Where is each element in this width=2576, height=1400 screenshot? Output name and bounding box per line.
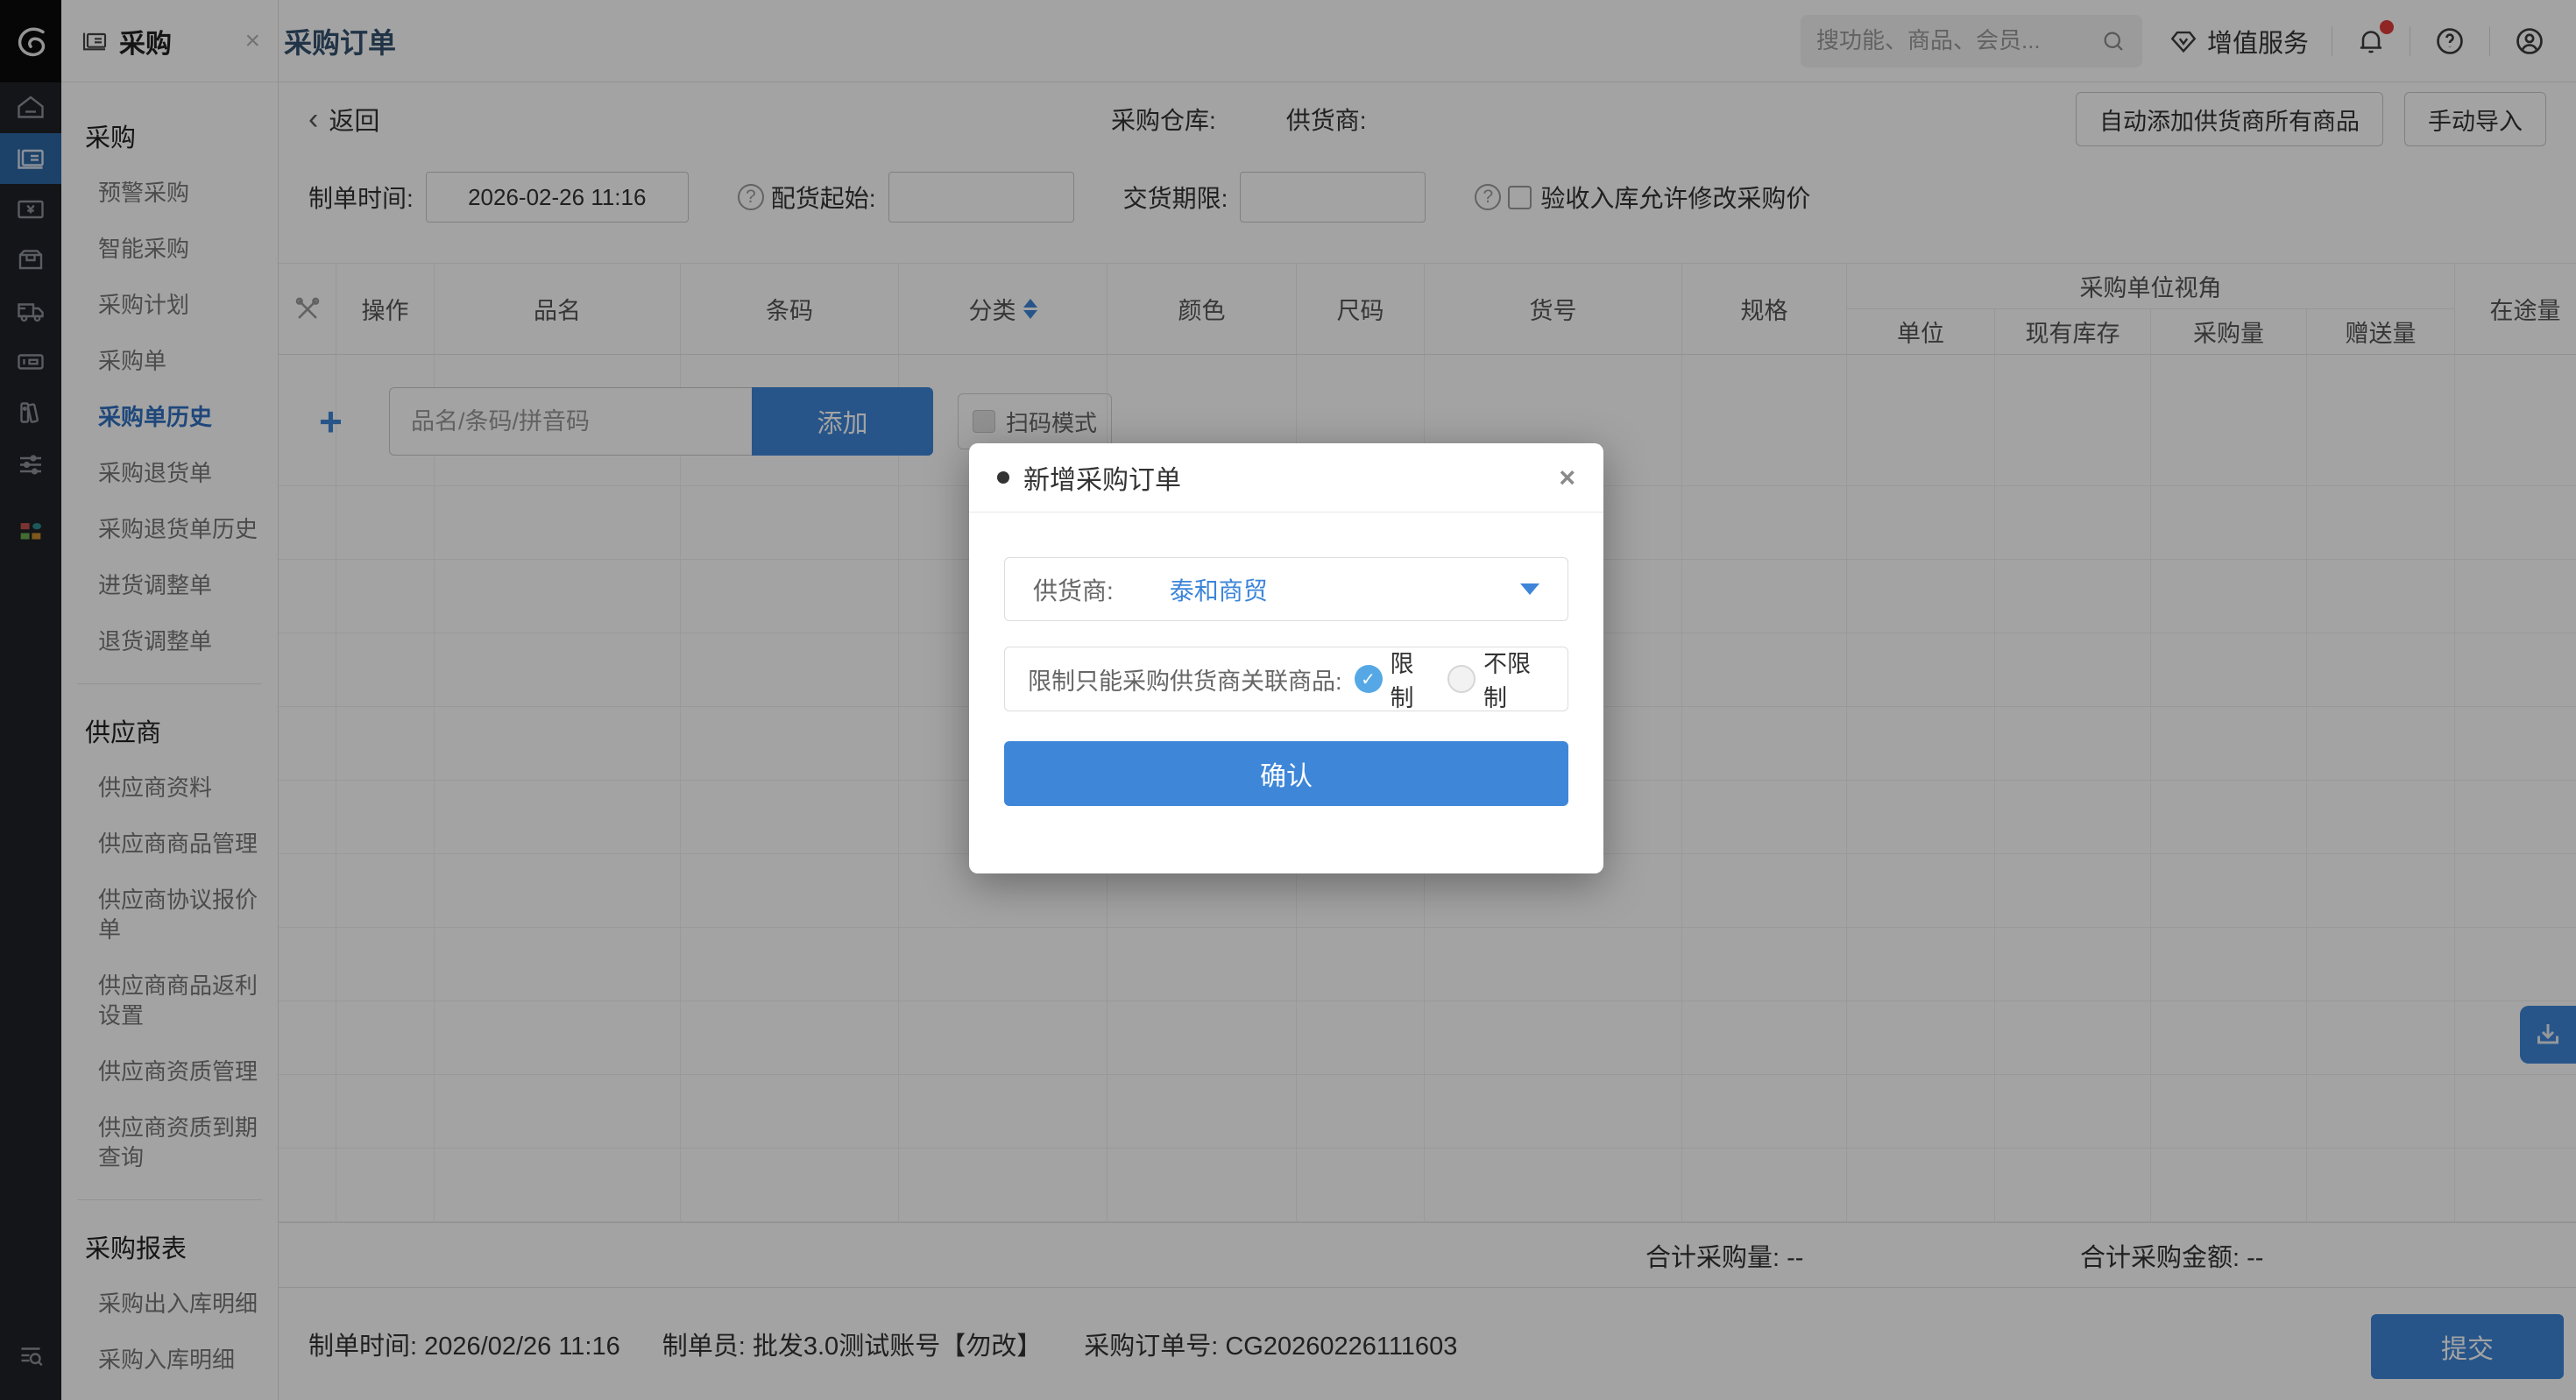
modal-body: 供货商: 泰和商贸 限制只能采购供货商关联商品: ✓ 限制 不限制 确认 [969, 557, 1603, 806]
restrict-on-label: 限制 [1391, 645, 1430, 713]
new-purchase-order-modal: 新增采购订单 × 供货商: 泰和商贸 限制只能采购供货商关联商品: ✓ 限制 不… [969, 443, 1603, 873]
chevron-down-icon [1520, 583, 1539, 595]
radio-unchecked-icon [1447, 665, 1476, 693]
supplier-select-value: 泰和商贸 [1170, 572, 1268, 607]
modal-bullet-icon [997, 471, 1009, 484]
restrict-radio-on[interactable]: ✓ 限制 [1355, 645, 1430, 713]
restrict-label: 限制只能采购供货商关联商品: [1028, 662, 1342, 696]
radio-checked-icon: ✓ [1355, 665, 1383, 693]
restrict-off-label: 不限制 [1483, 645, 1545, 713]
supplier-select-label: 供货商: [1033, 572, 1114, 607]
supplier-select[interactable]: 供货商: 泰和商贸 [1004, 557, 1568, 621]
restrict-option-row: 限制只能采购供货商关联商品: ✓ 限制 不限制 [1004, 647, 1568, 711]
modal-close-icon[interactable]: × [1559, 463, 1575, 491]
modal-title: 新增采购订单 [1023, 458, 1181, 497]
app-window: 采购 × 采购 预警采购 智能采购 采购计划 采购单 采购单历史 采购退货单 采… [0, 0, 2576, 1400]
modal-header: 新增采购订单 × [969, 443, 1603, 513]
restrict-radio-off[interactable]: 不限制 [1447, 645, 1545, 713]
confirm-button[interactable]: 确认 [1004, 741, 1568, 806]
